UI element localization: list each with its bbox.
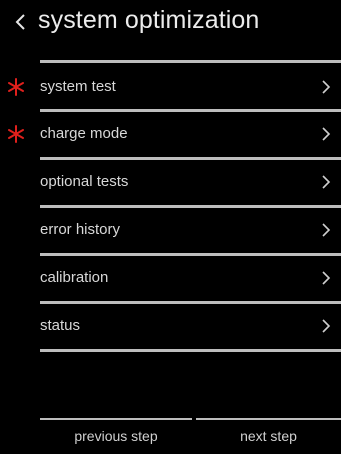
menu-item-label: status (40, 317, 81, 334)
previous-step-button[interactable]: previous step (40, 418, 192, 454)
menu-item-charge-mode[interactable]: charge mode (0, 112, 341, 156)
chevron-left-icon[interactable] (14, 11, 28, 33)
chevron-right-icon (322, 80, 331, 94)
menu-item-label: charge mode (40, 125, 128, 142)
footer-navigation: previous step next step (0, 418, 341, 454)
chevron-right-icon (322, 223, 331, 237)
divider (40, 60, 341, 63)
chevron-right-icon (322, 175, 331, 189)
menu-item-status[interactable]: status (0, 304, 341, 348)
menu-item-calibration[interactable]: calibration (0, 256, 341, 300)
menu-item-optional-tests[interactable]: optional tests (0, 160, 341, 204)
asterisk-icon (8, 125, 24, 143)
chevron-right-icon (322, 271, 331, 285)
menu-item-label: error history (40, 221, 121, 238)
menu-item-label: calibration (40, 269, 109, 286)
divider (40, 349, 341, 352)
menu-item-error-history[interactable]: error history (0, 208, 341, 252)
menu-item-system-test[interactable]: system test (0, 65, 341, 109)
chevron-right-icon (322, 319, 331, 333)
menu-item-label: optional tests (40, 173, 129, 190)
chevron-right-icon (322, 127, 331, 141)
header-bar: system optimization (0, 0, 341, 56)
page-title: system optimization (38, 6, 260, 34)
menu-item-label: system test (40, 78, 116, 95)
next-step-button[interactable]: next step (196, 418, 341, 454)
asterisk-icon (8, 78, 24, 96)
